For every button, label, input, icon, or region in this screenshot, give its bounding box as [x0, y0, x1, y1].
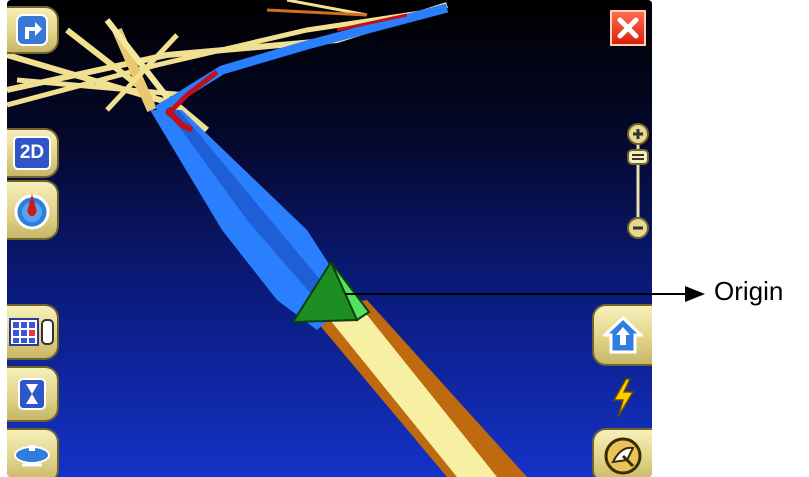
- zoom-out-icon[interactable]: [627, 217, 649, 239]
- menu-button[interactable]: [7, 304, 59, 360]
- zoom-handle[interactable]: [627, 149, 649, 165]
- view-mode-label: 2D: [12, 136, 52, 170]
- hourglass-icon: [18, 378, 46, 410]
- gps-satellite-icon: [603, 436, 643, 476]
- gps-button[interactable]: [592, 428, 652, 477]
- close-icon: [616, 16, 640, 40]
- main-road: [307, 300, 527, 477]
- zoom-slider[interactable]: [624, 122, 652, 242]
- satellite-dish-button[interactable]: [7, 428, 59, 477]
- callout-line: [345, 293, 685, 295]
- view-mode-button[interactable]: 2D: [7, 128, 59, 178]
- map-screen[interactable]: 2D: [7, 0, 652, 477]
- map-canvas[interactable]: [7, 0, 652, 477]
- home-button[interactable]: [592, 304, 652, 366]
- close-button[interactable]: [610, 10, 646, 46]
- zoom-in-icon[interactable]: [627, 123, 649, 145]
- lightning-icon: [610, 378, 636, 418]
- turn-right-icon: [15, 13, 49, 47]
- satellite-dish-icon: [12, 441, 52, 471]
- hourglass-button[interactable]: [7, 366, 59, 422]
- power-indicator: [610, 378, 636, 418]
- grid-vehicle-icon: [9, 317, 55, 347]
- compass-icon: [12, 190, 52, 230]
- origin-callout-label: Origin: [714, 276, 784, 306]
- compass-button[interactable]: [7, 180, 59, 240]
- turn-button[interactable]: [7, 6, 59, 54]
- callout-arrow: [685, 286, 705, 302]
- home-icon: [603, 315, 643, 355]
